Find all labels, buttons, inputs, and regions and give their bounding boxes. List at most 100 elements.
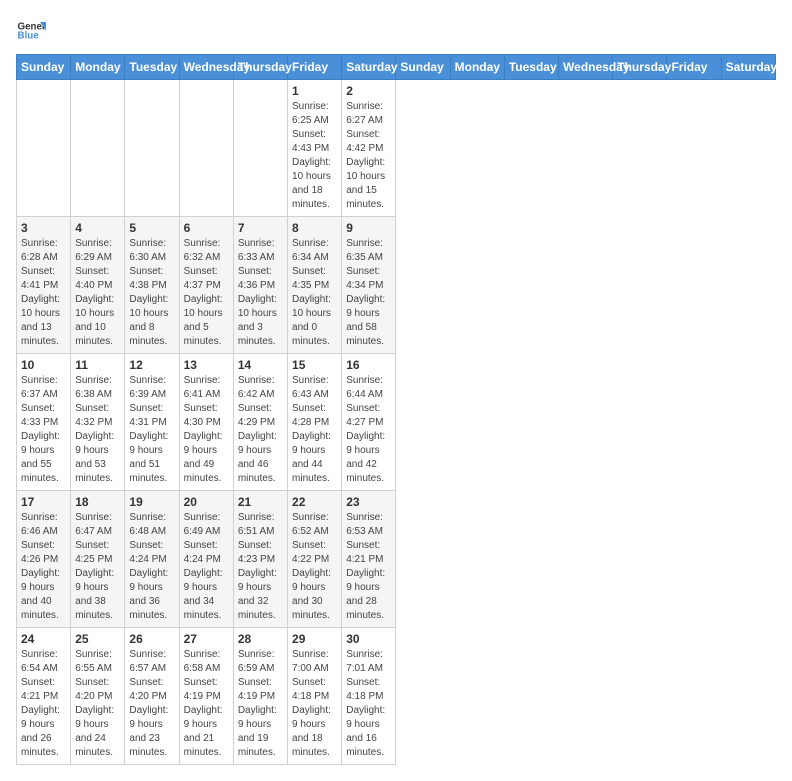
weekday-header: Saturday (721, 55, 775, 80)
day-info: Sunrise: 6:38 AM Sunset: 4:32 PM Dayligh… (75, 374, 120, 486)
calendar-cell (71, 80, 125, 217)
day-info: Sunrise: 6:29 AM Sunset: 4:40 PM Dayligh… (75, 237, 120, 349)
day-number: 11 (75, 358, 120, 372)
weekday-header-tuesday: Tuesday (125, 55, 179, 80)
calendar-cell: 9 Sunrise: 6:35 AM Sunset: 4:34 PM Daylig… (342, 217, 396, 354)
day-info: Sunrise: 6:47 AM Sunset: 4:25 PM Dayligh… (75, 511, 120, 623)
weekday-header-row: SundayMondayTuesdayWednesdayThursdayFrid… (17, 55, 776, 80)
day-info: Sunrise: 6:57 AM Sunset: 4:20 PM Dayligh… (129, 648, 174, 760)
calendar-cell: 18 Sunrise: 6:47 AM Sunset: 4:25 PM Dayli… (71, 491, 125, 628)
calendar-cell: 20 Sunrise: 6:49 AM Sunset: 4:24 PM Dayli… (179, 491, 233, 628)
day-number: 16 (346, 358, 391, 372)
calendar-week-3: 10Sunrise: 6:37 AM Sunset: 4:33 PM Dayli… (17, 354, 776, 491)
calendar-week-5: 24Sunrise: 6:54 AM Sunset: 4:21 PM Dayli… (17, 628, 776, 765)
day-info: Sunrise: 6:49 AM Sunset: 4:24 PM Dayligh… (184, 511, 229, 623)
day-number: 23 (346, 495, 391, 509)
calendar-cell (125, 80, 179, 217)
day-info: Sunrise: 6:25 AM Sunset: 4:43 PM Dayligh… (292, 100, 337, 212)
day-info: Sunrise: 6:44 AM Sunset: 4:27 PM Dayligh… (346, 374, 391, 486)
day-number: 28 (238, 632, 283, 646)
day-number: 20 (184, 495, 229, 509)
day-info: Sunrise: 6:59 AM Sunset: 4:19 PM Dayligh… (238, 648, 283, 760)
weekday-header: Sunday (396, 55, 450, 80)
calendar-cell: 2Sunrise: 6:27 AM Sunset: 4:42 PM Daylig… (342, 80, 396, 217)
calendar-cell: 4Sunrise: 6:29 AM Sunset: 4:40 PM Daylig… (71, 217, 125, 354)
day-number: 12 (129, 358, 174, 372)
day-number: 9 (346, 221, 391, 235)
day-number: 14 (238, 358, 283, 372)
day-number: 19 (129, 495, 174, 509)
day-info: Sunrise: 6:46 AM Sunset: 4:26 PM Dayligh… (21, 511, 66, 623)
day-info: Sunrise: 6:32 AM Sunset: 4:37 PM Dayligh… (184, 237, 229, 349)
day-number: 18 (75, 495, 120, 509)
day-info: Sunrise: 6:51 AM Sunset: 4:23 PM Dayligh… (238, 511, 283, 623)
weekday-header-monday: Monday (71, 55, 125, 80)
calendar-cell: 6 Sunrise: 6:32 AM Sunset: 4:37 PM Daylig… (179, 217, 233, 354)
day-info: Sunrise: 7:01 AM Sunset: 4:18 PM Dayligh… (346, 648, 391, 760)
logo: General Blue (16, 16, 46, 46)
day-number: 7 (238, 221, 283, 235)
calendar-cell: 5 Sunrise: 6:30 AM Sunset: 4:38 PM Daylig… (125, 217, 179, 354)
day-number: 26 (129, 632, 174, 646)
calendar-cell: 15 Sunrise: 6:43 AM Sunset: 4:28 PM Dayli… (288, 354, 342, 491)
day-number: 13 (184, 358, 229, 372)
weekday-header: Wednesday (559, 55, 613, 80)
day-number: 30 (346, 632, 391, 646)
calendar-cell: 13 Sunrise: 6:41 AM Sunset: 4:30 PM Dayli… (179, 354, 233, 491)
calendar-cell: 22Sunrise: 6:52 AM Sunset: 4:22 PM Dayli… (288, 491, 342, 628)
day-number: 17 (21, 495, 66, 509)
day-number: 8 (292, 221, 337, 235)
day-info: Sunrise: 6:54 AM Sunset: 4:21 PM Dayligh… (21, 648, 66, 760)
day-info: Sunrise: 7:00 AM Sunset: 4:18 PM Dayligh… (292, 648, 337, 760)
day-number: 15 (292, 358, 337, 372)
day-number: 2 (346, 84, 391, 98)
weekday-header-thursday: Thursday (233, 55, 287, 80)
day-info: Sunrise: 6:55 AM Sunset: 4:20 PM Dayligh… (75, 648, 120, 760)
calendar-cell: 30 Sunrise: 7:01 AM Sunset: 4:18 PM Dayli… (342, 628, 396, 765)
day-number: 25 (75, 632, 120, 646)
calendar-cell: 14 Sunrise: 6:42 AM Sunset: 4:29 PM Dayli… (233, 354, 287, 491)
day-info: Sunrise: 6:58 AM Sunset: 4:19 PM Dayligh… (184, 648, 229, 760)
day-info: Sunrise: 6:43 AM Sunset: 4:28 PM Dayligh… (292, 374, 337, 486)
weekday-header: Monday (450, 55, 504, 80)
logo-icon: General Blue (16, 16, 46, 46)
day-info: Sunrise: 6:30 AM Sunset: 4:38 PM Dayligh… (129, 237, 174, 349)
day-number: 27 (184, 632, 229, 646)
calendar-cell: 29 Sunrise: 7:00 AM Sunset: 4:18 PM Dayli… (288, 628, 342, 765)
calendar-cell: 8 Sunrise: 6:34 AM Sunset: 4:35 PM Daylig… (288, 217, 342, 354)
calendar-cell: 28 Sunrise: 6:59 AM Sunset: 4:19 PM Dayli… (233, 628, 287, 765)
page-header: General Blue (16, 16, 776, 46)
day-info: Sunrise: 6:39 AM Sunset: 4:31 PM Dayligh… (129, 374, 174, 486)
day-info: Sunrise: 6:53 AM Sunset: 4:21 PM Dayligh… (346, 511, 391, 623)
calendar-cell (179, 80, 233, 217)
day-info: Sunrise: 6:35 AM Sunset: 4:34 PM Dayligh… (346, 237, 391, 349)
calendar-week-1: 1Sunrise: 6:25 AM Sunset: 4:43 PM Daylig… (17, 80, 776, 217)
weekday-header-saturday: Saturday (342, 55, 396, 80)
day-info: Sunrise: 6:41 AM Sunset: 4:30 PM Dayligh… (184, 374, 229, 486)
weekday-header: Tuesday (504, 55, 558, 80)
calendar-cell (17, 80, 71, 217)
day-info: Sunrise: 6:28 AM Sunset: 4:41 PM Dayligh… (21, 237, 66, 349)
calendar-cell: 17 Sunrise: 6:46 AM Sunset: 4:26 PM Dayli… (17, 491, 71, 628)
day-info: Sunrise: 6:34 AM Sunset: 4:35 PM Dayligh… (292, 237, 337, 349)
day-number: 29 (292, 632, 337, 646)
day-number: 6 (184, 221, 229, 235)
calendar-cell: 21Sunrise: 6:51 AM Sunset: 4:23 PM Dayli… (233, 491, 287, 628)
calendar-cell: 11 Sunrise: 6:38 AM Sunset: 4:32 PM Dayli… (71, 354, 125, 491)
day-info: Sunrise: 6:48 AM Sunset: 4:24 PM Dayligh… (129, 511, 174, 623)
calendar-cell: 12 Sunrise: 6:39 AM Sunset: 4:31 PM Dayli… (125, 354, 179, 491)
calendar-cell (233, 80, 287, 217)
calendar-cell: 16 Sunrise: 6:44 AM Sunset: 4:27 PM Dayli… (342, 354, 396, 491)
weekday-header-sunday: Sunday (17, 55, 71, 80)
weekday-header-friday: Friday (288, 55, 342, 80)
weekday-header: Thursday (613, 55, 667, 80)
calendar-table: SundayMondayTuesdayWednesdayThursdayFrid… (16, 54, 776, 765)
day-number: 5 (129, 221, 174, 235)
day-number: 22 (292, 495, 337, 509)
weekday-header: Friday (667, 55, 721, 80)
svg-text:Blue: Blue (18, 31, 40, 42)
day-number: 3 (21, 221, 66, 235)
day-info: Sunrise: 6:42 AM Sunset: 4:29 PM Dayligh… (238, 374, 283, 486)
calendar-cell: 1Sunrise: 6:25 AM Sunset: 4:43 PM Daylig… (288, 80, 342, 217)
day-number: 10 (21, 358, 66, 372)
